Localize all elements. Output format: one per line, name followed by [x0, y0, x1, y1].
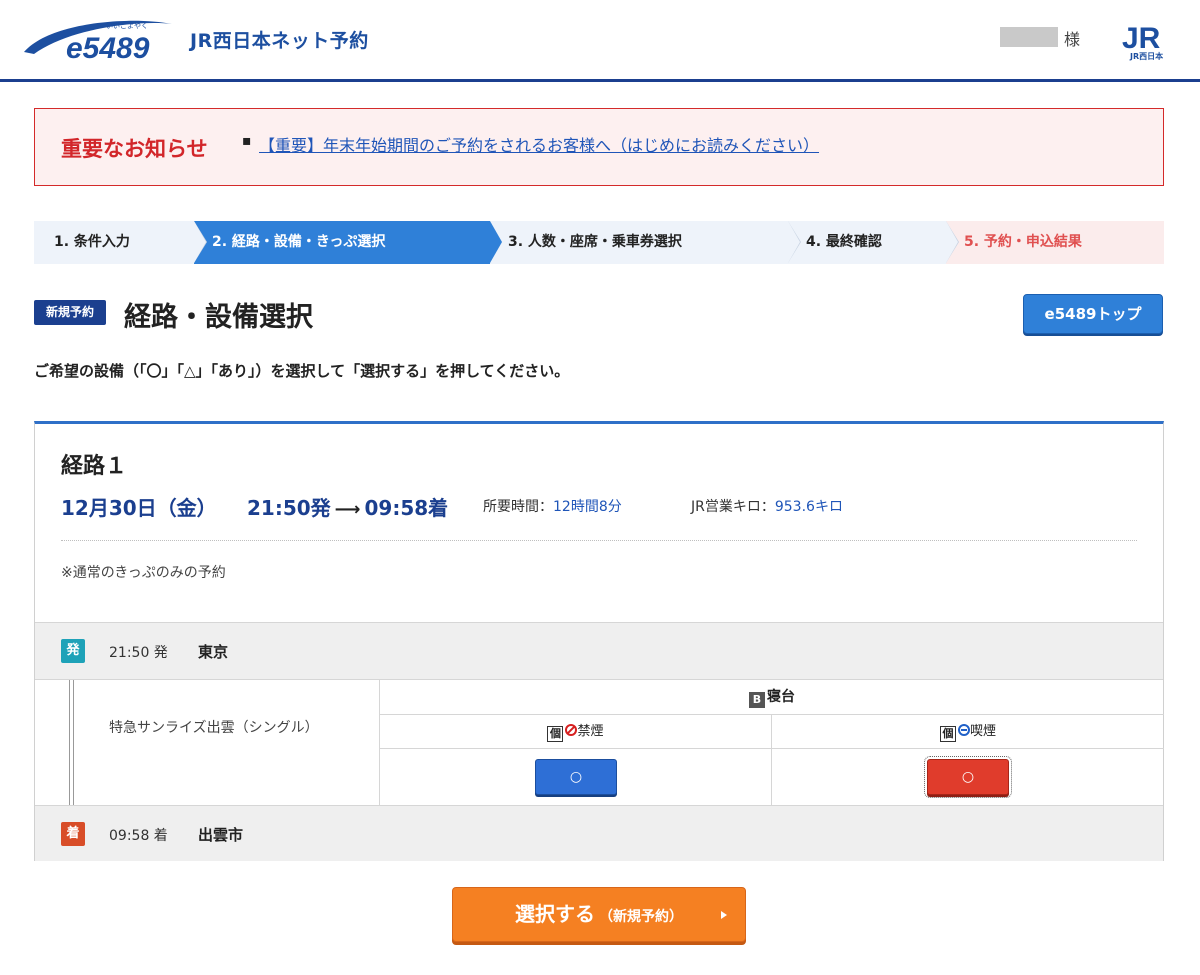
- page-title: 経路・設備選択: [124, 302, 313, 333]
- user-suffix: 様: [1064, 30, 1081, 49]
- instruction-text: ご希望の設備（「〇」「△」「あり」）を選択して「選択する」を押してください。: [34, 362, 570, 380]
- facility-type-label: 個禁煙: [380, 715, 771, 749]
- ticket-note: ※通常のきっぷのみの予約: [61, 565, 226, 581]
- arrival-time: 09:58 着: [109, 828, 168, 844]
- distance-value: 953.6キロ: [774, 499, 843, 515]
- depart-time: 21:50発: [247, 496, 331, 520]
- sleeper-b-icon: B: [749, 692, 765, 708]
- play-arrow-icon: [721, 911, 727, 919]
- progress-steps: 1. 条件入力 2. 経路・設備・きっぷ選択 3. 人数・座席・乗車券選択 4.…: [34, 221, 1164, 264]
- facility-table: B 寝台 個禁煙 ○ 個喫煙 ○: [379, 680, 1164, 805]
- step-1: 1. 条件入力: [34, 221, 207, 264]
- jr-west-logo: JR JR西日本: [1122, 22, 1163, 61]
- smoking-label: 喫煙: [969, 724, 996, 739]
- step-2-current: 2. 経路・設備・きっぷ選択: [194, 221, 502, 264]
- user-name-masked: [1000, 27, 1058, 47]
- site-name: JR西日本ネット予約: [190, 30, 369, 52]
- route-date: 12月30日（金）: [61, 496, 217, 520]
- distance-label: JR営業キロ：: [691, 499, 775, 515]
- route-times: 21:50発 ⟶ 09:58着: [247, 492, 448, 521]
- rail-line: [69, 680, 74, 805]
- select-smoking-button[interactable]: ○: [924, 756, 1012, 798]
- facility-col-nonsmoking: 個禁煙 ○: [380, 715, 772, 805]
- step-label: 3. 人数・座席・乗車券選択: [508, 234, 682, 250]
- arrive-time: 09:58着: [364, 496, 449, 520]
- route-title: 経路１: [61, 454, 128, 479]
- important-notice: 重要なお知らせ ▪ 【重要】年末年始期間のご予約をされるお客様へ（はじめにお読み…: [34, 108, 1164, 186]
- duration: 所要時間：12時間8分: [483, 496, 622, 516]
- step-label: 4. 最終確認: [806, 234, 882, 250]
- departure-time: 21:50 発: [109, 645, 168, 661]
- private-room-icon: 個: [939, 726, 956, 742]
- e5489-logo[interactable]: e5489 いいごよやく: [20, 14, 178, 64]
- arrival-station: 出雲市: [198, 826, 244, 844]
- submit-label: 選択する: [515, 902, 595, 926]
- arrival-row: 着 09:58 着 出雲市: [35, 805, 1163, 861]
- train-row: 特急サンライズ出雲（シングル） B 寝台 個禁煙 ○ 個喫煙 ○: [35, 680, 1164, 805]
- facility-col-smoking: 個喫煙 ○: [772, 715, 1164, 805]
- facility-label: 寝台: [767, 689, 795, 705]
- step-label: 2. 経路・設備・きっぷ選択: [212, 234, 386, 250]
- smoking-icon: [957, 724, 970, 736]
- divider: [61, 540, 1137, 541]
- distance: JR営業キロ：953.6キロ: [691, 496, 843, 516]
- svg-text:JR西日本: JR西日本: [1129, 51, 1163, 61]
- select-submit-button[interactable]: 選択する （新規予約）: [452, 887, 746, 942]
- facility-header: B 寝台: [380, 680, 1164, 715]
- duration-label: 所要時間：: [483, 499, 553, 515]
- step-5: 5. 予約・申込結果: [946, 221, 1164, 264]
- private-room-icon: 個: [547, 726, 564, 742]
- notice-link[interactable]: 【重要】年末年始期間のご予約をされるお客様へ（はじめにお読みください）: [259, 132, 819, 156]
- step-3: 3. 人数・座席・乗車券選択: [490, 221, 801, 264]
- step-label: 5. 予約・申込結果: [964, 234, 1082, 250]
- step-label: 1. 条件入力: [54, 234, 130, 250]
- smoking-label: 禁煙: [577, 724, 604, 739]
- select-nonsmoking-button[interactable]: ○: [535, 759, 617, 795]
- departure-station: 東京: [198, 643, 229, 661]
- departure-row: 発 21:50 発 東京: [35, 622, 1163, 680]
- notice-bullet-icon: ▪: [242, 133, 252, 149]
- header: e5489 いいごよやく JR西日本ネット予約 様 JR JR西日本: [0, 0, 1200, 82]
- svg-text:いいごよやく: いいごよやく: [106, 21, 148, 30]
- route-card: 経路１ 12月30日（金） 21:50発 ⟶ 09:58着 所要時間：12時間8分 …: [34, 421, 1164, 861]
- arrival-tag: 着: [61, 822, 85, 846]
- facility-type-label: 個喫煙: [772, 715, 1164, 749]
- svg-text:e5489: e5489: [66, 32, 150, 64]
- notice-title: 重要なお知らせ: [61, 137, 208, 161]
- duration-value: 12時間8分: [553, 499, 622, 515]
- submit-sublabel: （新規予約）: [599, 909, 683, 925]
- train-name: 特急サンライズ出雲（シングル）: [109, 720, 319, 736]
- new-reservation-badge: 新規予約: [34, 300, 106, 325]
- step-4: 4. 最終確認: [788, 221, 959, 264]
- departure-tag: 発: [61, 639, 85, 663]
- svg-text:JR: JR: [1122, 22, 1161, 55]
- arrow-right-icon: ⟶: [334, 499, 361, 520]
- no-smoking-icon: [565, 724, 578, 736]
- e5489-top-button[interactable]: e5489トップ: [1023, 294, 1163, 334]
